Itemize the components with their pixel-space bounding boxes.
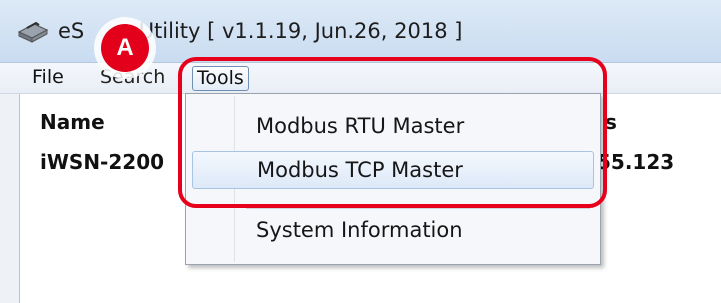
- title-suffix: Utility [ v1.1.19, Jun.26, 2018 ]: [138, 19, 463, 43]
- cell-device-name: iWSN-2200: [40, 150, 165, 174]
- menu-separator: [246, 208, 590, 209]
- column-header-name[interactable]: Name: [40, 110, 105, 134]
- menu-item-system-information[interactable]: System Information: [192, 212, 594, 250]
- title-prefix: eS: [58, 19, 85, 43]
- cell-ip-address: 55.123: [597, 150, 675, 174]
- window-left-frame: [0, 94, 20, 303]
- app-icon: [17, 21, 49, 43]
- menu-file[interactable]: File: [28, 66, 68, 91]
- callout-label: A: [101, 24, 149, 72]
- highlight-box: [178, 57, 607, 208]
- callout-marker: A: [94, 17, 156, 79]
